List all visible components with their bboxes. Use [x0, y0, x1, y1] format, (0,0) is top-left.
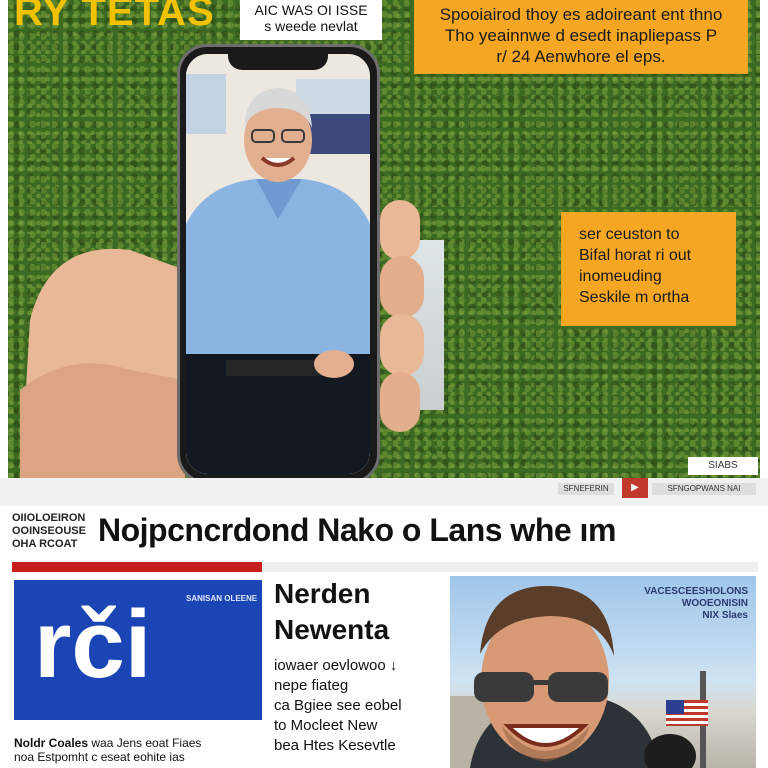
headline-line-2: Newenta [274, 614, 390, 645]
quote-line-2: s weede nevlat [264, 18, 358, 34]
masthead-side-label: OIIOLOEIRON OOINSEOUSE OHA RCOAT [12, 512, 92, 551]
red-divider [12, 562, 262, 572]
play-icon[interactable]: ▶ [622, 478, 648, 498]
ticker-item[interactable]: SFNEFERIN [558, 483, 614, 495]
banner-side-line-1: ser ceuston to [579, 226, 680, 243]
masthead-side-line-2: OOINSEOUSE [12, 525, 86, 537]
body-line-4: to Mocleet New [274, 717, 378, 734]
body-line-1: iowaer oevlowoo ↓ [274, 657, 398, 674]
masthead-side-line-3: OHA RCOAT [12, 538, 78, 550]
article-headline[interactable]: Nerden Newenta [274, 576, 444, 648]
grey-divider [262, 562, 758, 572]
headline-line-1: Nerden [274, 578, 371, 609]
phone-notch [228, 50, 328, 70]
orange-banner-top: Spooiairod thoy es adoireant ent thno Th… [414, 0, 748, 74]
masthead-side-line-1: OIIOLOEIRON [12, 512, 86, 524]
photo-overlay-text: VACESCEESHOLONS WOOEONISIN NIX Slaes [644, 586, 748, 622]
banner-top-line-2: Tho yeainnwe d esedt inapliepass P [444, 26, 718, 45]
banner-side-line-2: Bifal horat ri out [579, 247, 692, 264]
banner-side-line-3: inomeuding [579, 268, 662, 285]
banner-top-line-3: r/ 24 Aenwhore el eps. [496, 47, 666, 66]
banner-top-line-1: Spooiairod thoy es adoireant ent thno [439, 5, 723, 24]
newspaper-masthead: Nojpcncrdond Nako o Lans whe ım [98, 512, 616, 548]
body-line-2: nepe fiateg [274, 677, 349, 694]
quote-line-1: AIC WAS OI ISSE [254, 2, 368, 18]
flag-icon [666, 700, 708, 726]
banner-side-line-4: Seskile m ortha [579, 289, 690, 306]
ticker-item[interactable]: SFNGOPWANS NAI [652, 483, 756, 495]
logo-text: rči [34, 591, 152, 698]
article-body: iowaer oevlowoo ↓ nepe fiateg ca Bgiee s… [274, 656, 444, 756]
caption-line-2: noa Estpomht c eseat eohite ias [14, 750, 185, 764]
photo-note-line-1: VACESCEESHOLONS [644, 586, 748, 597]
photo-note-line-3: NIX Slaes [702, 610, 748, 621]
brand-title: RY TETAS [14, 0, 215, 34]
logo-caption: Noldr Coales waa Jens eoat Fiaes noa Est… [14, 736, 264, 764]
caption-rest: waa Jens eoat Fiaes [88, 736, 202, 750]
phone-screen [186, 54, 370, 474]
logo-tagline: SANISAN OLEENE [186, 594, 258, 603]
article-photo[interactable]: VACESCEESHOLONS WOOEONISIN NIX Slaes [450, 576, 756, 768]
caption-bold: Noldr Coales [14, 736, 89, 750]
quote-box: AIC WAS OI ISSE s weede nevlat [240, 0, 382, 40]
orange-banner-side: ser ceuston to Bifal horat ri out inomeu… [561, 212, 736, 326]
man-portrait-photo [186, 54, 370, 474]
strip-badge: SIABS [688, 457, 758, 475]
body-line-5: bea Htes Kesevtle [274, 737, 396, 754]
photo-note-line-2: WOOEONISIN [681, 598, 748, 609]
body-line-3: ca Bgiee see eobel [274, 697, 402, 714]
